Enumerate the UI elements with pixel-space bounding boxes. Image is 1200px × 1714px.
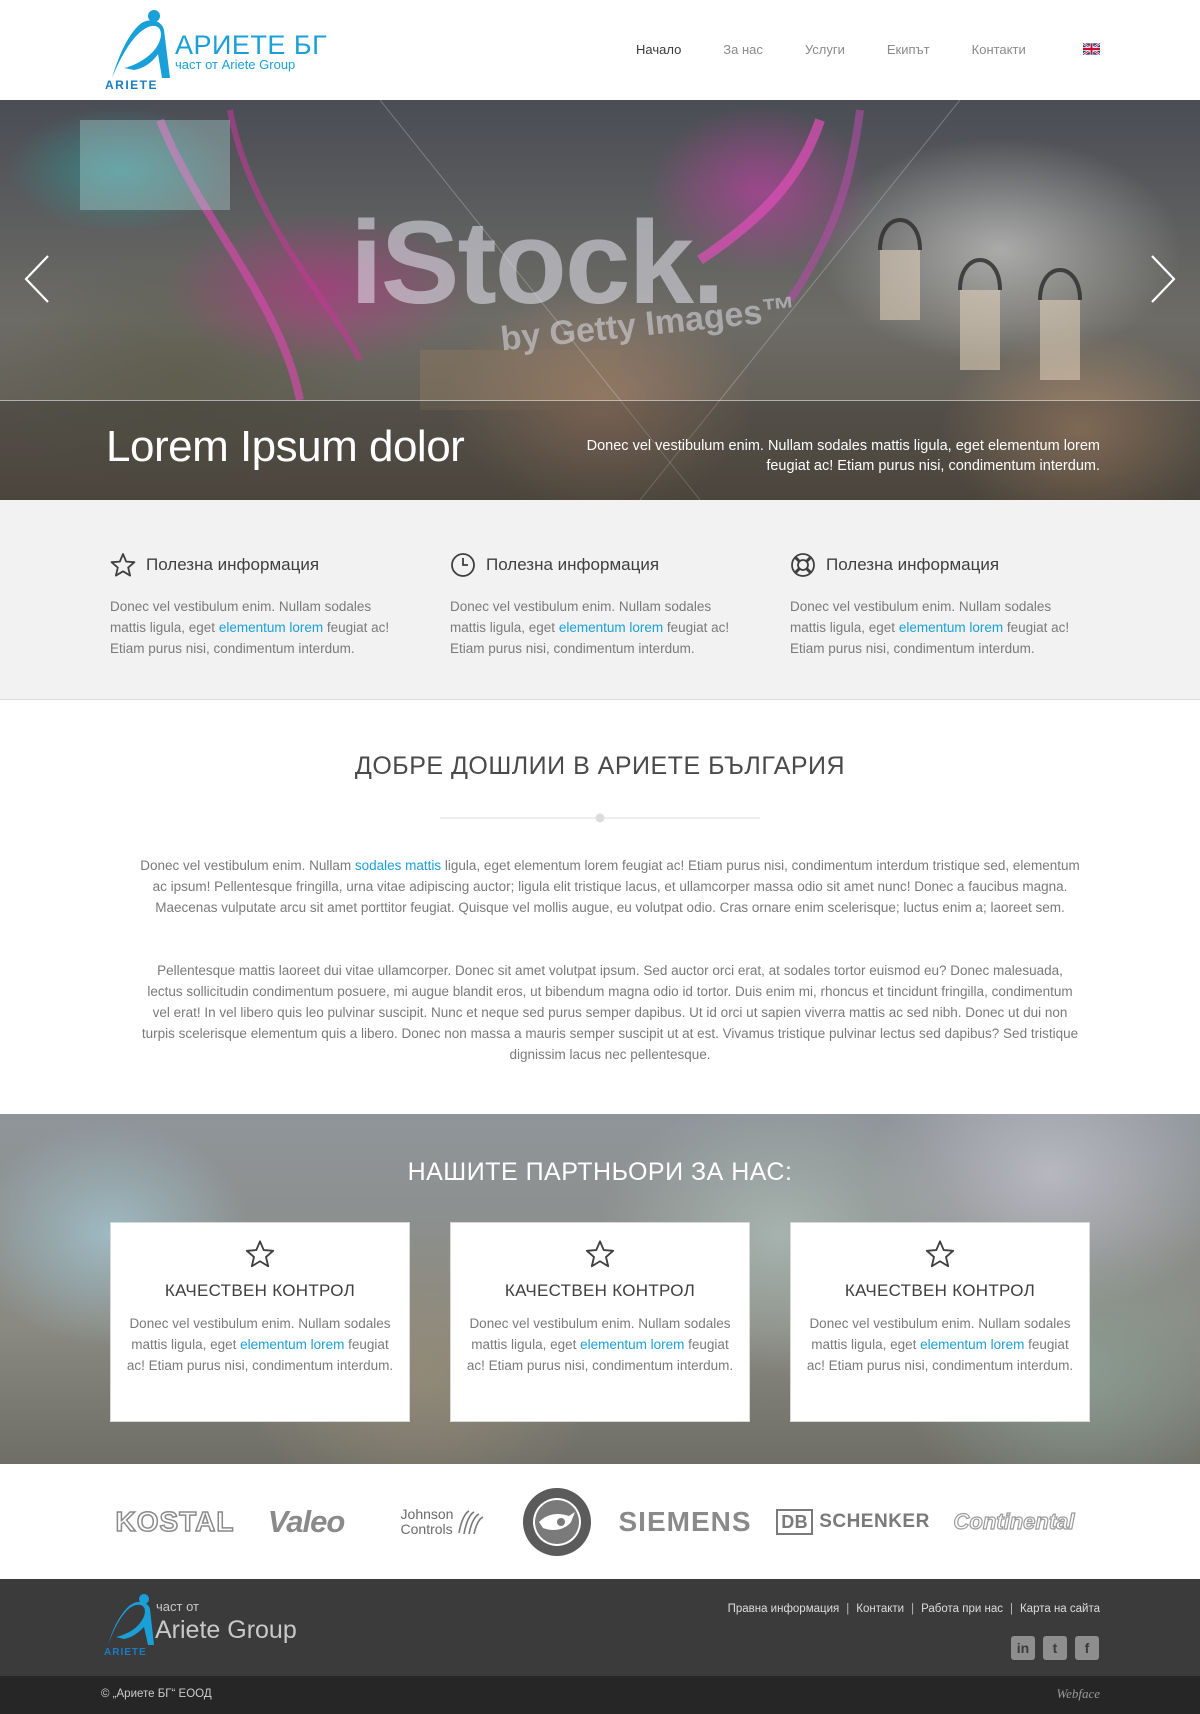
copyright-bar: © „Ариете БГ“ ЕООД Webface [0, 1676, 1200, 1714]
footer-link-careers[interactable]: Работа при нас [921, 1603, 1003, 1615]
partner-card: КАЧЕСТВЕН КОНТРОЛ Donec vel vestibulum e… [790, 1222, 1090, 1422]
feature-title: Полезна информация [826, 555, 1000, 574]
partner-card-link[interactable]: elementum lorem [240, 1337, 344, 1352]
nav-item-contacts[interactable]: Контакти [972, 42, 1026, 57]
features-section: Полезна информация Donec vel vestibulum … [0, 500, 1200, 700]
welcome-link[interactable]: sodales mattis [355, 858, 441, 873]
site-header: АРИЕТЕ БГ част от Ariete Group ARIETE На… [0, 0, 1200, 100]
partner-card-link[interactable]: elementum lorem [920, 1337, 1024, 1352]
linkedin-icon[interactable]: in [1011, 1636, 1035, 1660]
partner-card-title: КАЧЕСТВЕН КОНТРОЛ [164, 1281, 356, 1300]
partner-card-text: Donec vel vestibulum enim. Nullam sodale… [126, 1316, 394, 1373]
partner-card-link[interactable]: elementum lorem [580, 1337, 684, 1352]
partner-card-title: КАЧЕСТВЕН КОНТРОЛ [504, 1281, 696, 1300]
footer-logo-wordmark: ARIETE [104, 1647, 147, 1658]
db-schenker-logo[interactable]: DB SCHENKER [776, 1464, 929, 1579]
star-icon [925, 1240, 955, 1268]
footer-link-contacts[interactable]: Контакти [856, 1603, 904, 1615]
uk-flag-icon[interactable] [1083, 43, 1100, 55]
footer-link-legal[interactable]: Правна информация [728, 1603, 840, 1615]
feature-title: Полезна информация [486, 555, 660, 574]
skoda-emblem-icon [523, 1487, 591, 1556]
feature-link[interactable]: elementum lorem [559, 620, 663, 635]
hero-subtitle: Donec vel vestibulum enim. Nullam sodale… [586, 438, 1100, 474]
nav-item-about[interactable]: За нас [723, 42, 763, 57]
partners-section: НАШИТЕ ПАРТНЬОРИ ЗА НАС: КАЧЕСТВЕН КОНТР… [0, 1114, 1200, 1464]
johnson-controls-logo[interactable]: Johnson Controls [388, 1464, 498, 1579]
logo-wordmark: ARIETE [105, 78, 159, 92]
feature-link[interactable]: elementum lorem [219, 620, 323, 635]
nav-item-team[interactable]: Екипът [887, 42, 930, 57]
welcome-title: ДОБРЕ ДОШЛИИ В АРИЕТЕ БЪЛГАРИЯ [354, 752, 846, 780]
welcome-paragraph-1: Donec vel vestibulum enim. Nullam sodale… [140, 858, 1080, 915]
kostal-logo[interactable]: KOSTAL [112, 1464, 238, 1579]
clock-icon [451, 553, 475, 577]
feature-text: Donec vel vestibulum enim. Nullam sodale… [450, 599, 730, 656]
chevron-right-icon[interactable] [1142, 252, 1182, 306]
feature-text: Donec vel vestibulum enim. Nullam sodale… [110, 599, 390, 656]
footer-link-sitemap[interactable]: Карта на сайта [1020, 1603, 1100, 1615]
copyright-text: © „Ариете БГ“ ЕООД [101, 1688, 212, 1700]
footer-links: Правна информация | Контакти | Работа при на… [727, 1603, 1100, 1615]
siemens-logo[interactable]: SIEMENS [612, 1464, 758, 1579]
webface-credit[interactable]: Webface [1056, 1686, 1100, 1702]
main-nav: Начало За нас Услуги Екипът Контакти [636, 42, 1068, 57]
partner-card-text: Donec vel vestibulum enim. Nullam sodale… [806, 1316, 1074, 1373]
footer-logo-big: Ariete Group [155, 1616, 297, 1644]
valeo-logo[interactable]: Valeo [256, 1464, 356, 1579]
partners-title: НАШИТЕ ПАРТНЬОРИ ЗА НАС: [407, 1158, 793, 1186]
star-icon [585, 1240, 615, 1268]
star-icon [245, 1240, 275, 1268]
skoda-logo[interactable] [519, 1464, 595, 1579]
feature-item: Полезна информация Donec vel vestibulum … [790, 552, 1090, 659]
star-icon [110, 553, 136, 577]
partner-card: КАЧЕСТВЕН КОНТРОЛ Donec vel vestibulum e… [450, 1222, 750, 1422]
chevron-left-icon[interactable] [18, 252, 58, 306]
site-footer: ARIETE част от Ariete Group Правна инфор… [0, 1579, 1200, 1676]
feature-title: Полезна информация [146, 555, 320, 574]
facebook-icon[interactable]: f [1075, 1636, 1099, 1660]
hero-title: Lorem Ipsum dolor [106, 422, 465, 471]
nav-item-home[interactable]: Начало [636, 42, 681, 57]
continental-logo[interactable]: Continental [944, 1464, 1084, 1579]
hero-slider: iStock. by Getty Images™ Lorem Ipsum dol… [0, 100, 1200, 500]
twitter-icon[interactable]: t [1043, 1636, 1067, 1660]
logo-subtitle: част от Ariete Group [175, 57, 296, 72]
partner-card-title: КАЧЕСТВЕН КОНТРОЛ [844, 1281, 1036, 1300]
footer-logo-small: част от [156, 1599, 199, 1614]
welcome-paragraph-2: Pellentesque mattis laoreet dui vitae ul… [141, 963, 1079, 1062]
feature-item: Полезна информация Donec vel vestibulum … [110, 552, 410, 659]
johnson-controls-mark-icon [458, 1509, 484, 1534]
partner-card-text: Donec vel vestibulum enim. Nullam sodale… [466, 1316, 734, 1373]
section-divider [440, 813, 760, 823]
brand-logos-strip: KOSTAL Valeo Johnson Controls SIEMENS DB… [0, 1464, 1200, 1579]
partner-card: КАЧЕСТВЕН КОНТРОЛ Donec vel vestibulum e… [110, 1222, 410, 1422]
lifebuoy-icon [791, 553, 815, 577]
feature-item: Полезна информация Donec vel vestibulum … [450, 552, 750, 659]
nav-item-services[interactable]: Услуги [805, 42, 845, 57]
feature-text: Donec vel vestibulum enim. Nullam sodale… [790, 599, 1070, 656]
feature-link[interactable]: elementum lorem [899, 620, 1003, 635]
